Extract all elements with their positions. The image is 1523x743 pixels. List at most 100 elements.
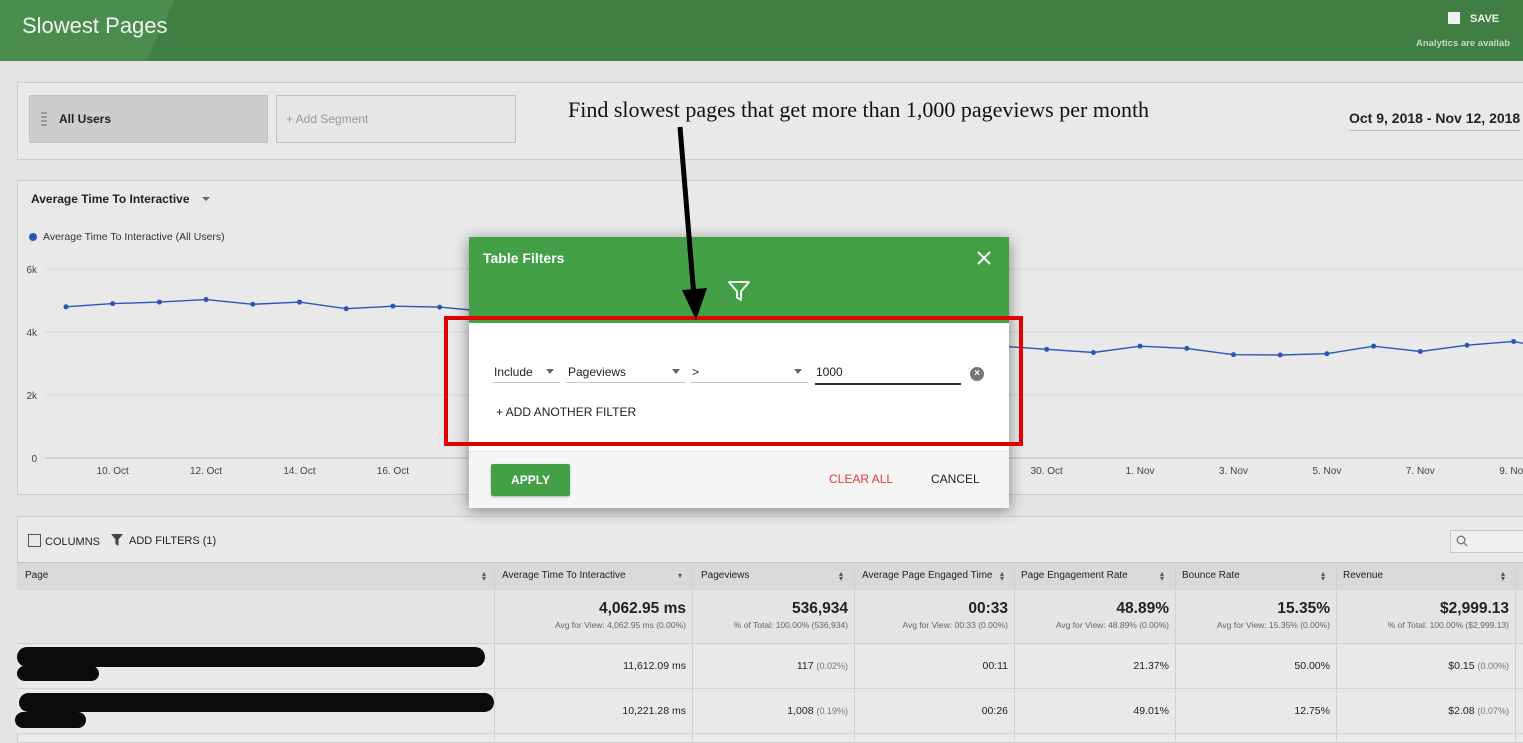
col-header-tti[interactable]: Average Time To Interactive — [502, 570, 626, 581]
data-point[interactable] — [1464, 342, 1470, 348]
cancel-button[interactable]: CANCEL — [931, 472, 980, 486]
total-value: 536,934 — [791, 600, 848, 617]
annotation-arrow — [677, 126, 707, 320]
cell-pageviews: 117 (0.02%) — [797, 660, 848, 672]
col-header-pageviews[interactable]: Pageviews — [701, 570, 749, 581]
highlight-box — [444, 316, 1023, 446]
cell-pageviews-pct: (0.02%) — [816, 661, 848, 671]
clear-all-button[interactable]: CLEAR ALL — [829, 472, 893, 486]
total-value: 00:33 — [968, 600, 1008, 617]
data-point[interactable] — [63, 304, 69, 310]
apply-button[interactable]: APPLY — [491, 464, 570, 496]
y-tick-label: 0 — [31, 454, 37, 465]
x-tick-label: 10. Oct — [97, 466, 129, 477]
add-segment-button[interactable]: + Add Segment — [276, 95, 516, 143]
col-header-page[interactable]: Page — [25, 570, 48, 581]
total-sub: Avg for View: 48.89% (0.00%) — [1055, 620, 1169, 630]
cell-revenue-value: $0.15 — [1448, 660, 1475, 672]
x-tick-label: 16. Oct — [377, 466, 409, 477]
sort-icon[interactable]: ▴ ▾ — [1501, 570, 1505, 583]
cell-revenue: $0.15 (0.00%) — [1448, 660, 1509, 672]
segment-label: All Users — [59, 112, 112, 126]
cell-revenue-value: $2.08 — [1448, 705, 1475, 717]
sort-desc-icon[interactable]: ▾ — [678, 572, 682, 580]
x-tick-label: 1. Nov — [1126, 466, 1155, 477]
data-point[interactable] — [203, 297, 209, 303]
chevron-down-icon — [201, 197, 210, 201]
data-point[interactable] — [1417, 349, 1423, 355]
legend-label: Average Time To Interactive (All Users) — [43, 231, 225, 243]
data-point[interactable] — [390, 303, 396, 309]
total-sub: Avg for View: 15.35% (0.00%) — [1216, 620, 1330, 630]
drag-handle-icon[interactable] — [41, 112, 47, 126]
data-point[interactable] — [1324, 351, 1330, 357]
add-filters-label: ADD FILTERS (1) — [129, 535, 217, 547]
metric-selector-label: Average Time To Interactive — [31, 192, 190, 206]
totals-row: 4,062.95 ms Avg for View: 4,062.95 ms (0… — [17, 590, 1523, 644]
col-header-engaged-time[interactable]: Average Page Engaged Time — [862, 570, 992, 581]
column-divider — [494, 562, 495, 741]
cell-pageviews-value: 117 — [796, 660, 814, 672]
column-divider — [1014, 562, 1015, 741]
close-icon[interactable] — [975, 249, 993, 267]
page-title: Slowest Pages — [22, 13, 168, 38]
data-point[interactable] — [1371, 343, 1377, 349]
data-point[interactable] — [1277, 352, 1283, 358]
col-header-engagement-rate[interactable]: Page Engagement Rate — [1021, 570, 1128, 581]
column-divider — [1336, 562, 1337, 741]
cell-revenue-pct: (0.00%) — [1477, 661, 1509, 671]
metric-selector[interactable]: Average Time To Interactive — [31, 192, 210, 206]
cell-revenue-pct: (0.07%) — [1477, 706, 1509, 716]
col-header-revenue[interactable]: Revenue — [1343, 570, 1383, 581]
data-point[interactable] — [1231, 352, 1236, 358]
redaction-mark — [15, 712, 86, 728]
x-tick-label: 3. Nov — [1219, 466, 1248, 477]
total-value: 48.89% — [1116, 600, 1169, 617]
data-point[interactable] — [1511, 338, 1517, 344]
add-filters-button[interactable]: ADD FILTERS (1) — [111, 534, 216, 547]
data-point[interactable] — [1044, 346, 1050, 352]
sort-icon[interactable]: ▴ ▾ — [1000, 570, 1004, 583]
data-point[interactable] — [1137, 343, 1143, 349]
segment-all-users[interactable]: All Users — [29, 95, 268, 143]
total-value: 15.35% — [1277, 600, 1330, 617]
cell-tti: 11,612.09 ms — [623, 660, 686, 672]
sort-icon[interactable]: ▴ ▾ — [1160, 570, 1164, 583]
legend-dot — [29, 233, 37, 241]
data-point[interactable] — [437, 304, 443, 310]
save-icon — [1448, 12, 1460, 24]
y-tick-label: 4k — [26, 328, 38, 339]
data-point[interactable] — [250, 301, 256, 307]
total-sub: % of Total: 100.00% (536,934) — [733, 620, 848, 630]
y-tick-label: 6k — [26, 265, 38, 276]
save-label: SAVE — [1470, 13, 1500, 25]
sort-icon[interactable]: ▴ ▾ — [1321, 570, 1325, 583]
add-segment-label: + Add Segment — [286, 112, 369, 126]
data-point[interactable] — [1090, 349, 1096, 355]
annotation-text: Find slowest pages that get more than 1,… — [568, 97, 1150, 122]
table-header: Page ▴ ▾ Average Time To Interactive ▾ Pa… — [17, 562, 1523, 591]
cell-engaged-time: 00:26 — [981, 705, 1008, 717]
columns-label: COLUMNS — [45, 536, 101, 548]
data-point[interactable] — [1184, 345, 1190, 351]
save-button[interactable]: SAVE — [1448, 12, 1499, 25]
table-search-input[interactable] — [1450, 530, 1523, 553]
sort-icon[interactable]: ▴ ▾ — [482, 570, 486, 583]
total-sub: % of Total: 100.00% ($2,999.13) — [1387, 620, 1509, 630]
sort-icon[interactable]: ▴ ▾ — [839, 570, 843, 583]
availability-note: Analytics are availab — [1416, 38, 1510, 49]
data-point[interactable] — [343, 306, 349, 312]
columns-button[interactable]: COLUMNS — [28, 534, 100, 548]
col-header-bounce-rate[interactable]: Bounce Rate — [1182, 570, 1240, 581]
redaction-mark — [17, 647, 485, 667]
table-row[interactable]: 11,612.09 ms 117 (0.02%) 00:11 21.37% 50… — [17, 644, 1523, 689]
cell-pageviews-pct: (0.19%) — [816, 706, 848, 716]
date-range-picker[interactable]: Oct 9, 2018 - Nov 12, 2018 — [1349, 110, 1521, 131]
table-row[interactable]: 10,221.28 ms 1,008 (0.19%) 00:26 49.01% … — [15, 689, 1523, 734]
data-point[interactable] — [110, 301, 116, 307]
columns-icon — [28, 534, 41, 547]
data-point[interactable] — [297, 299, 302, 305]
cell-bounce-rate: 50.00% — [1294, 660, 1330, 672]
data-point[interactable] — [156, 299, 162, 305]
redaction-mark — [17, 666, 99, 681]
